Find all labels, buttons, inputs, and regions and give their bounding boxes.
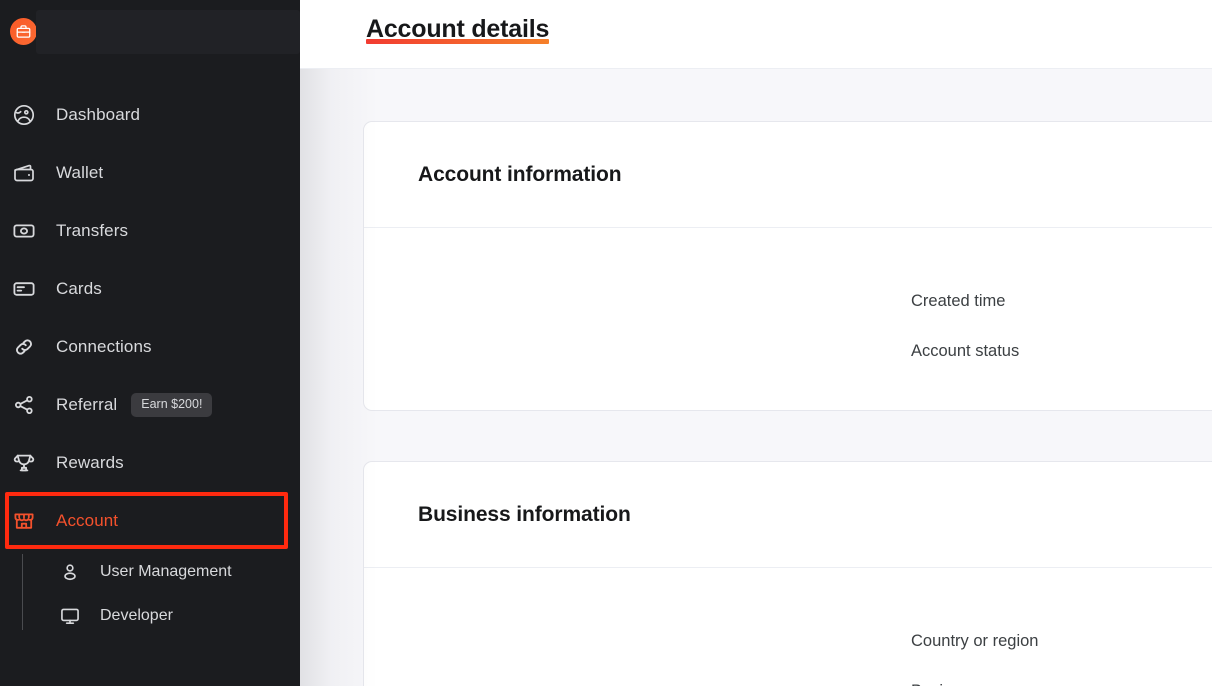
card-body: Created time Account status	[364, 228, 1212, 410]
link-chain-icon	[11, 334, 37, 360]
sidebar-header	[0, 0, 300, 62]
sidebar-item-label: Connections	[56, 337, 152, 356]
user-icon	[58, 560, 82, 584]
sidebar-nav: Dashboard Wallet Transfers Cards Connect…	[0, 62, 300, 638]
field-label-country-or-region: Country or region	[911, 631, 1039, 650]
sidebar-item-developer[interactable]: Developer	[0, 594, 300, 638]
referral-badge[interactable]: Earn $200!	[131, 393, 213, 417]
sidebar-item-cards[interactable]: Cards	[0, 260, 300, 318]
sidebar-item-wallet[interactable]: Wallet	[0, 144, 300, 202]
storefront-icon	[11, 508, 37, 534]
sidebar-subitem-label: Developer	[100, 607, 173, 624]
main-content: Account details Account information Crea…	[300, 0, 1212, 686]
field-label-account-status: Account status	[911, 341, 1020, 360]
sidebar-subnav-account: User Management Developer	[0, 550, 300, 638]
sidebar-item-dashboard[interactable]: Dashboard	[0, 86, 300, 144]
sidebar-item-transfers[interactable]: Transfers	[0, 202, 300, 260]
sidebar-item-rewards[interactable]: Rewards	[0, 434, 300, 492]
field-label-created-time: Created time	[911, 291, 1006, 310]
sidebar-item-label: Cards	[56, 279, 102, 298]
tab-bar: Account details	[366, 0, 549, 69]
sidebar-subitem-label: User Management	[100, 563, 232, 580]
briefcase-icon[interactable]	[10, 18, 37, 45]
field-row: Country or region	[911, 630, 1038, 652]
card-header: Account information	[364, 122, 1212, 228]
card-title: Business information	[418, 502, 631, 526]
tab-active-underline	[366, 39, 550, 44]
sidebar: Dashboard Wallet Transfers Cards Connect…	[0, 0, 300, 686]
wallet-icon	[11, 160, 37, 186]
sidebar-item-account[interactable]: Account	[0, 492, 300, 550]
app-root: Dashboard Wallet Transfers Cards Connect…	[0, 0, 1212, 686]
field-row: Created time	[911, 290, 1005, 312]
tab-account-details[interactable]: Account details	[366, 0, 549, 44]
sidebar-item-referral[interactable]: Referral Earn $200!	[0, 376, 300, 434]
field-row: Business name	[911, 680, 1024, 686]
card-title: Account information	[418, 162, 622, 186]
card-account-information: Account information Created time Account…	[363, 121, 1212, 411]
sidebar-item-label: Wallet	[56, 163, 104, 182]
card-business-information: Business information Country or region B…	[363, 461, 1212, 686]
sidebar-item-connections[interactable]: Connections	[0, 318, 300, 376]
credit-card-icon	[11, 276, 37, 302]
card-body: Country or region Business name	[364, 568, 1212, 686]
sidebar-item-user-management[interactable]: User Management	[0, 550, 300, 594]
account-switcher[interactable]	[36, 10, 300, 54]
sidebar-item-label: Account	[56, 511, 119, 530]
page-header: Account details	[300, 0, 1212, 69]
field-label-business-name: Business name	[911, 682, 1024, 686]
trophy-icon	[11, 450, 37, 476]
dashboard-globe-icon	[11, 102, 37, 128]
banknote-icon	[11, 218, 37, 244]
card-header: Business information	[364, 462, 1212, 568]
sidebar-item-label: Referral	[56, 395, 118, 414]
field-row: Account status	[911, 340, 1019, 362]
content-scroll-area[interactable]: Account information Created time Account…	[300, 69, 1212, 686]
sidebar-item-label: Dashboard	[56, 105, 141, 124]
sidebar-item-label: Rewards	[56, 453, 124, 472]
share-nodes-icon	[11, 392, 37, 418]
sidebar-item-label: Transfers	[56, 221, 129, 240]
monitor-icon	[58, 604, 82, 628]
